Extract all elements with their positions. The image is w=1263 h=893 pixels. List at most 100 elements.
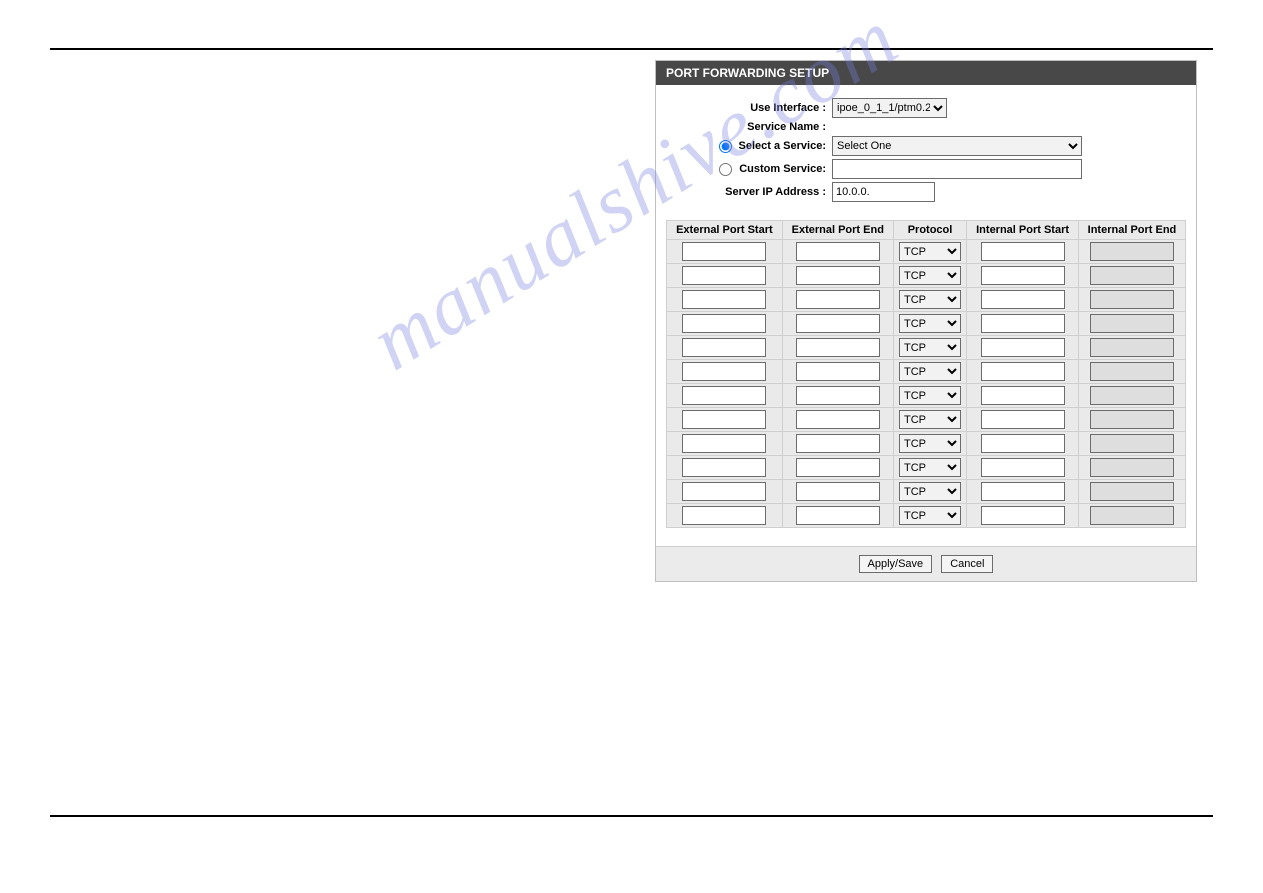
- table-row: TCP: [667, 288, 1186, 312]
- select-service-label: Select a Service:: [739, 140, 826, 152]
- external-port-end-input[interactable]: [796, 410, 880, 429]
- external-port-start-input[interactable]: [682, 242, 766, 261]
- protocol-select[interactable]: TCP: [899, 386, 961, 405]
- protocol-select[interactable]: TCP: [899, 290, 961, 309]
- col-int-end: Internal Port End: [1078, 221, 1185, 240]
- internal-port-start-input[interactable]: [981, 458, 1065, 477]
- internal-port-start-input[interactable]: [981, 266, 1065, 285]
- table-row: TCP: [667, 480, 1186, 504]
- external-port-start-input[interactable]: [682, 506, 766, 525]
- server-ip-label: Server IP Address :: [666, 186, 832, 198]
- select-service-select[interactable]: Select One: [832, 136, 1082, 156]
- external-port-end-input[interactable]: [796, 362, 880, 381]
- table-row: TCP: [667, 264, 1186, 288]
- table-row: TCP: [667, 360, 1186, 384]
- custom-service-radio[interactable]: [719, 163, 732, 176]
- external-port-end-input[interactable]: [796, 290, 880, 309]
- internal-port-end-input[interactable]: [1090, 482, 1174, 501]
- internal-port-end-input[interactable]: [1090, 290, 1174, 309]
- protocol-select[interactable]: TCP: [899, 482, 961, 501]
- protocol-select[interactable]: TCP: [899, 410, 961, 429]
- external-port-start-input[interactable]: [682, 434, 766, 453]
- row-custom-service: Custom Service:: [666, 159, 1186, 179]
- protocol-select[interactable]: TCP: [899, 266, 961, 285]
- external-port-start-input[interactable]: [682, 410, 766, 429]
- external-port-end-input[interactable]: [796, 314, 880, 333]
- table-row: TCP: [667, 312, 1186, 336]
- row-service-name: Service Name :: [666, 121, 1186, 133]
- protocol-select[interactable]: TCP: [899, 458, 961, 477]
- internal-port-end-input[interactable]: [1090, 338, 1174, 357]
- top-divider: [50, 48, 1213, 50]
- use-interface-select[interactable]: ipoe_0_1_1/ptm0.2: [832, 98, 947, 118]
- external-port-end-input[interactable]: [796, 386, 880, 405]
- internal-port-end-input[interactable]: [1090, 242, 1174, 261]
- form-area: Use Interface : ipoe_0_1_1/ptm0.2 Servic…: [656, 85, 1196, 546]
- internal-port-end-input[interactable]: [1090, 458, 1174, 477]
- select-service-radio[interactable]: [719, 140, 732, 153]
- internal-port-start-input[interactable]: [981, 314, 1065, 333]
- external-port-end-input[interactable]: [796, 434, 880, 453]
- port-table: External Port Start External Port End Pr…: [666, 220, 1186, 528]
- external-port-start-input[interactable]: [682, 290, 766, 309]
- protocol-select[interactable]: TCP: [899, 434, 961, 453]
- external-port-start-input[interactable]: [682, 482, 766, 501]
- external-port-start-input[interactable]: [682, 314, 766, 333]
- button-bar: Apply/Save Cancel: [656, 546, 1196, 581]
- protocol-select[interactable]: TCP: [899, 506, 961, 525]
- internal-port-start-input[interactable]: [981, 506, 1065, 525]
- internal-port-end-input[interactable]: [1090, 362, 1174, 381]
- row-select-service: Select a Service: Select One: [666, 136, 1186, 156]
- panel-title: PORT FORWARDING SETUP: [656, 61, 1196, 85]
- table-row: TCP: [667, 456, 1186, 480]
- external-port-end-input[interactable]: [796, 242, 880, 261]
- internal-port-start-input[interactable]: [981, 242, 1065, 261]
- cancel-button[interactable]: Cancel: [941, 555, 993, 573]
- internal-port-end-input[interactable]: [1090, 506, 1174, 525]
- external-port-end-input[interactable]: [796, 338, 880, 357]
- table-row: TCP: [667, 336, 1186, 360]
- internal-port-end-input[interactable]: [1090, 266, 1174, 285]
- external-port-start-input[interactable]: [682, 266, 766, 285]
- port-forwarding-panel: PORT FORWARDING SETUP Use Interface : ip…: [655, 60, 1197, 582]
- external-port-end-input[interactable]: [796, 506, 880, 525]
- protocol-select[interactable]: TCP: [899, 362, 961, 381]
- server-ip-input[interactable]: [832, 182, 935, 202]
- external-port-start-input[interactable]: [682, 338, 766, 357]
- external-port-end-input[interactable]: [796, 266, 880, 285]
- table-row: TCP: [667, 408, 1186, 432]
- table-row: TCP: [667, 384, 1186, 408]
- table-row: TCP: [667, 432, 1186, 456]
- protocol-select[interactable]: TCP: [899, 338, 961, 357]
- internal-port-start-input[interactable]: [981, 434, 1065, 453]
- internal-port-start-input[interactable]: [981, 290, 1065, 309]
- internal-port-end-input[interactable]: [1090, 314, 1174, 333]
- table-row: TCP: [667, 240, 1186, 264]
- internal-port-start-input[interactable]: [981, 410, 1065, 429]
- protocol-select[interactable]: TCP: [899, 242, 961, 261]
- row-server-ip: Server IP Address :: [666, 182, 1186, 202]
- external-port-start-input[interactable]: [682, 458, 766, 477]
- external-port-start-input[interactable]: [682, 362, 766, 381]
- page-frame: manualshive.com PORT FORWARDING SETUP Us…: [0, 0, 1263, 893]
- protocol-select[interactable]: TCP: [899, 314, 961, 333]
- col-ext-start: External Port Start: [667, 221, 783, 240]
- custom-service-input[interactable]: [832, 159, 1082, 179]
- custom-service-label: Custom Service:: [739, 163, 826, 175]
- apply-save-button[interactable]: Apply/Save: [859, 555, 933, 573]
- row-use-interface: Use Interface : ipoe_0_1_1/ptm0.2: [666, 98, 1186, 118]
- use-interface-label: Use Interface :: [666, 102, 832, 114]
- col-int-start: Internal Port Start: [967, 221, 1079, 240]
- internal-port-start-input[interactable]: [981, 482, 1065, 501]
- internal-port-start-input[interactable]: [981, 386, 1065, 405]
- internal-port-end-input[interactable]: [1090, 410, 1174, 429]
- internal-port-end-input[interactable]: [1090, 386, 1174, 405]
- table-row: TCP: [667, 504, 1186, 528]
- external-port-start-input[interactable]: [682, 386, 766, 405]
- external-port-end-input[interactable]: [796, 458, 880, 477]
- external-port-end-input[interactable]: [796, 482, 880, 501]
- bottom-divider: [50, 815, 1213, 817]
- internal-port-end-input[interactable]: [1090, 434, 1174, 453]
- internal-port-start-input[interactable]: [981, 362, 1065, 381]
- internal-port-start-input[interactable]: [981, 338, 1065, 357]
